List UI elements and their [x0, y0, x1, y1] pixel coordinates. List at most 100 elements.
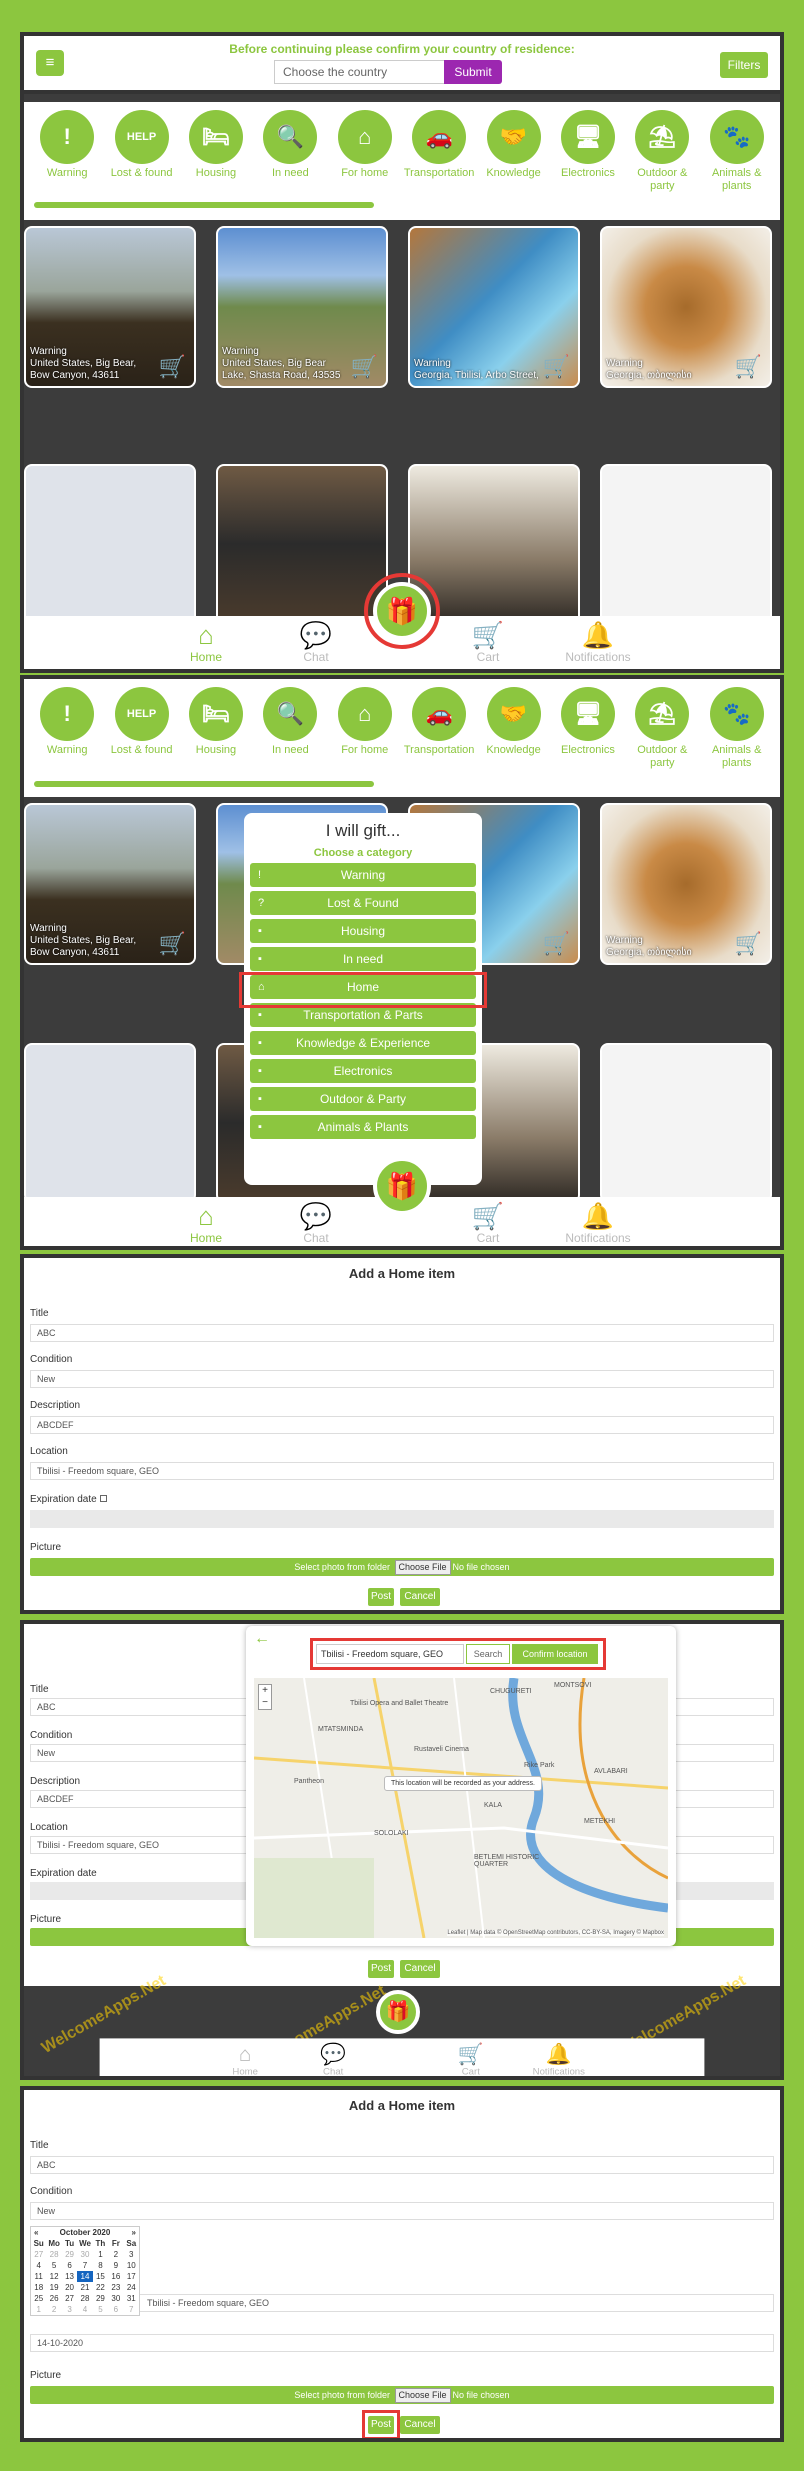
nav-home[interactable]: ⌂ Home: [201, 2038, 289, 2076]
cart-icon[interactable]: 🛒: [543, 931, 570, 957]
next-month-icon[interactable]: »: [132, 2228, 136, 2237]
cart-icon[interactable]: 🛒: [543, 354, 570, 380]
date-picker[interactable]: «October 2020» Su Mo Tu We Th Fr Sa 27 28 29 30 1 2 3…: [30, 2226, 140, 2316]
description-input[interactable]: ABCDEF: [30, 1416, 774, 1434]
cart-icon[interactable]: 🛒: [735, 354, 762, 380]
calendar-day[interactable]: 1: [93, 2249, 108, 2260]
category-electronics[interactable]: 🖥 Electronics: [552, 110, 624, 220]
calendar-day[interactable]: 28: [46, 2249, 61, 2260]
nav-notifications[interactable]: 🔔 Notifications: [543, 1197, 653, 1246]
calendar-day[interactable]: 16: [108, 2271, 123, 2282]
calendar-day[interactable]: 29: [62, 2249, 77, 2260]
choose-file-button[interactable]: Choose File: [394, 2388, 451, 2403]
nav-cart[interactable]: 🛒 Cart: [427, 2038, 515, 2076]
calendar-day[interactable]: 26: [46, 2293, 61, 2304]
category-transportation[interactable]: 🚗 Transportation: [403, 110, 475, 220]
item-card[interactable]: [24, 1043, 196, 1203]
gift-button[interactable]: 🎁: [376, 1990, 420, 2034]
calendar-day[interactable]: 3: [124, 2249, 139, 2260]
calendar-day[interactable]: 18: [31, 2282, 46, 2293]
photo-upload[interactable]: Select photo from folder Choose File No f…: [30, 1558, 774, 1576]
calendar-day[interactable]: 5: [46, 2260, 61, 2271]
calendar-day[interactable]: 21: [77, 2282, 92, 2293]
category-outdoor[interactable]: ⛱ Outdoor & party: [626, 110, 698, 220]
nav-notifications[interactable]: 🔔 Notifications: [515, 2038, 603, 2076]
nav-cart[interactable]: 🛒 Cart: [433, 1197, 543, 1246]
calendar-day[interactable]: 24: [124, 2282, 139, 2293]
condition-select[interactable]: New: [30, 2202, 774, 2220]
nav-notifications[interactable]: 🔔 Notifications: [543, 616, 653, 669]
item-card[interactable]: Warning United States, Big Bear, Bow Canyo…: [24, 226, 196, 388]
calendar-day[interactable]: 6: [62, 2260, 77, 2271]
back-arrow-icon[interactable]: ←: [254, 1630, 270, 1648]
category-outdoor[interactable]: ⛱ Outdoor & party: [626, 687, 698, 797]
filters-button[interactable]: Filters: [720, 52, 768, 78]
item-card[interactable]: Warning United States, Big Bear Lake, Shas…: [216, 226, 388, 388]
cancel-button[interactable]: Cancel: [400, 1960, 440, 1978]
item-card[interactable]: Warning United States, Big Bear, Bow Canyo…: [24, 803, 196, 965]
title-input[interactable]: ABC: [30, 1324, 774, 1342]
condition-select[interactable]: New: [30, 1370, 774, 1388]
nav-home[interactable]: ⌂ Home: [151, 1197, 261, 1246]
category-knowledge[interactable]: 🤝 Knowledge: [478, 687, 550, 797]
category-scrollbar[interactable]: [34, 781, 374, 787]
item-card[interactable]: Warning Georgia, Tbilisi, Arbo Street, 🛒: [408, 226, 580, 388]
category-knowledge[interactable]: 🤝 Knowledge: [478, 110, 550, 220]
calendar-day[interactable]: 29: [93, 2293, 108, 2304]
calendar-day[interactable]: 8: [93, 2260, 108, 2271]
cart-icon[interactable]: 🛒: [735, 931, 762, 957]
post-button[interactable]: Post: [368, 1960, 394, 1978]
calendar-day[interactable]: 22: [93, 2282, 108, 2293]
expiration-checkbox[interactable]: [99, 1495, 107, 1502]
category-scrollbar[interactable]: [34, 202, 374, 208]
country-select[interactable]: Choose the country: [274, 60, 444, 84]
category-animals[interactable]: 🐾 Animals & plants: [701, 110, 773, 220]
item-card[interactable]: [600, 464, 772, 624]
location-input[interactable]: Tbilisi - Freedom square, GEO: [30, 1462, 774, 1480]
calendar-day[interactable]: 7: [124, 2304, 139, 2315]
calendar-day[interactable]: 30: [77, 2249, 92, 2260]
calendar-day[interactable]: 11: [31, 2271, 46, 2282]
option-knowledge[interactable]: ▪ Knowledge & Experience: [250, 1031, 476, 1055]
expiration-input[interactable]: [30, 1510, 774, 1528]
title-input[interactable]: ABC: [30, 2156, 774, 2174]
cart-icon[interactable]: 🛒: [351, 354, 378, 380]
nav-chat[interactable]: 💬 Chat: [261, 1197, 371, 1246]
item-card[interactable]: [216, 464, 388, 624]
option-warning[interactable]: ! Warning: [250, 863, 476, 887]
option-outdoor[interactable]: ▪ Outdoor & Party: [250, 1087, 476, 1111]
gift-button[interactable]: 🎁: [373, 1157, 431, 1215]
zoom-control[interactable]: + −: [258, 1684, 272, 1710]
calendar-day[interactable]: 15: [93, 2271, 108, 2282]
photo-upload[interactable]: Select photo from folder Choose File No f…: [30, 2386, 774, 2404]
calendar-day[interactable]: 30: [108, 2293, 123, 2304]
option-lost-found[interactable]: ? Lost & Found: [250, 891, 476, 915]
choose-file-button[interactable]: Choose File: [394, 1560, 451, 1575]
calendar-day[interactable]: 31: [124, 2293, 139, 2304]
calendar-day[interactable]: 5: [93, 2304, 108, 2315]
calendar-day[interactable]: 6: [108, 2304, 123, 2315]
option-housing[interactable]: ▪ Housing: [250, 919, 476, 943]
calendar-day[interactable]: 17: [124, 2271, 139, 2282]
item-card[interactable]: Warning Georgia, თბილისი 🛒: [600, 226, 772, 388]
calendar-day[interactable]: 23: [108, 2282, 123, 2293]
calendar-day[interactable]: 13: [62, 2271, 77, 2282]
option-in-need[interactable]: ▪ In need: [250, 947, 476, 971]
calendar-day[interactable]: 4: [31, 2260, 46, 2271]
calendar-day[interactable]: 20: [62, 2282, 77, 2293]
expiration-date-input[interactable]: 14-10-2020: [30, 2334, 774, 2352]
item-card[interactable]: [24, 464, 196, 624]
calendar-day[interactable]: 14: [77, 2271, 93, 2282]
category-transportation[interactable]: 🚗 Transportation: [403, 687, 475, 797]
calendar-day[interactable]: 12: [46, 2271, 61, 2282]
calendar-day[interactable]: 7: [77, 2260, 92, 2271]
calendar-day[interactable]: 28: [77, 2293, 92, 2304]
calendar-day[interactable]: 10: [124, 2260, 139, 2271]
calendar-day[interactable]: 1: [31, 2304, 46, 2315]
prev-month-icon[interactable]: «: [34, 2228, 38, 2237]
item-card[interactable]: [600, 1043, 772, 1203]
calendar-day[interactable]: 4: [77, 2304, 92, 2315]
item-card[interactable]: Warning Georgia, თბილისი 🛒: [600, 803, 772, 965]
cart-icon[interactable]: 🛒: [159, 931, 186, 957]
option-electronics[interactable]: ▪ Electronics: [250, 1059, 476, 1083]
